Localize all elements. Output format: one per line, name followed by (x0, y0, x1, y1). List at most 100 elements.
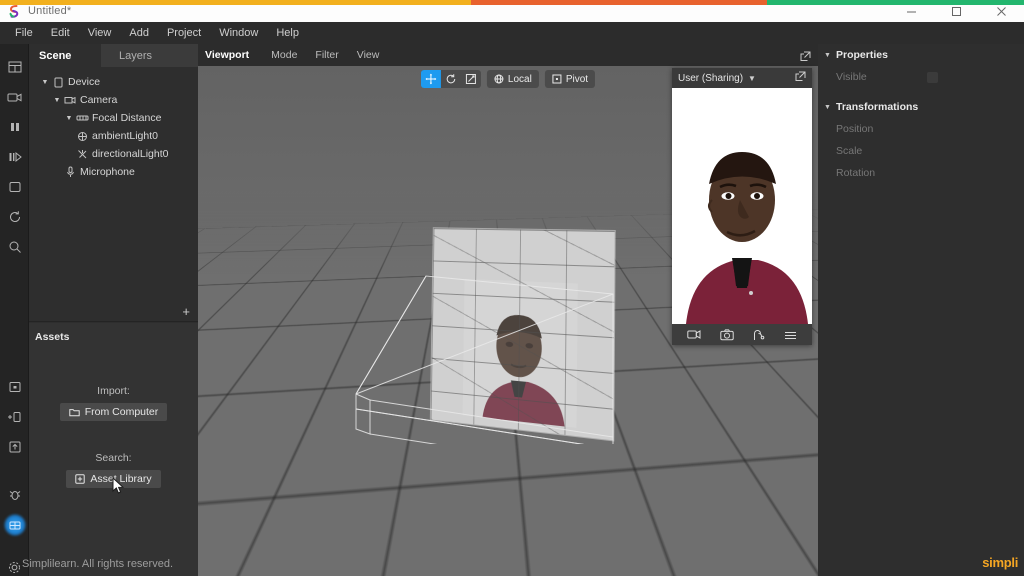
from-computer-button[interactable]: From Computer (60, 403, 168, 421)
share-icon[interactable] (752, 329, 765, 341)
tree-item-microphone[interactable]: Microphone (33, 163, 198, 181)
tree-item-device[interactable]: ▼ Device (33, 73, 198, 91)
tree-item-label: directionalLight0 (92, 148, 168, 160)
twisty-icon[interactable]: ▼ (39, 79, 51, 86)
brand-watermark: simpli (982, 555, 1018, 570)
chevron-down-icon[interactable]: ▼ (824, 52, 836, 59)
rotation-label: Rotation (836, 167, 875, 179)
move-icon[interactable] (421, 70, 441, 88)
viewport-menu-viewport[interactable]: Viewport (205, 49, 262, 61)
twisty-icon[interactable]: ▼ (63, 115, 75, 122)
visible-checkbox[interactable] (927, 72, 938, 83)
refresh-icon[interactable] (0, 202, 29, 232)
pause-icon[interactable] (0, 112, 29, 142)
plane-wireframe (431, 228, 615, 440)
copyright-watermark: Simplilearn. All rights reserved. (22, 558, 173, 570)
transformations-section-header[interactable]: ▼ Transformations (818, 96, 1024, 118)
rotate-icon[interactable] (441, 70, 461, 88)
tree-item-directional-light[interactable]: directionalLight0 (33, 145, 198, 163)
focal-distance-icon (75, 114, 89, 122)
add-object-icon[interactable] (0, 372, 29, 402)
preview-footer (672, 324, 812, 345)
microphone-icon (63, 166, 77, 178)
coordinate-space-button[interactable]: Local (487, 70, 539, 88)
tab-scene[interactable]: Scene (29, 44, 101, 67)
property-row-scale[interactable]: Scale (818, 140, 1024, 162)
record-video-icon[interactable] (687, 329, 701, 340)
menu-item-edit[interactable]: Edit (42, 25, 79, 41)
tab-layers[interactable]: Layers (101, 44, 198, 67)
menu-item-project[interactable]: Project (158, 25, 210, 41)
take-photo-icon[interactable] (720, 329, 734, 341)
pivot-button[interactable]: Pivot (545, 70, 595, 88)
tree-item-focal-distance[interactable]: ▼ Focal Distance (33, 109, 198, 127)
tree-item-label: Microphone (80, 166, 135, 178)
search-icon[interactable] (0, 232, 29, 262)
chevron-down-icon[interactable]: ▼ (824, 104, 836, 111)
menu-item-help[interactable]: Help (267, 25, 308, 41)
mouse-cursor (112, 477, 124, 495)
stripe-yellow (0, 0, 471, 5)
properties-section-header[interactable]: ▼ Properties (818, 44, 1024, 66)
scale-label: Scale (836, 145, 862, 157)
tree-item-ambient-light[interactable]: ambientLight0 (33, 127, 198, 145)
pop-out-icon[interactable] (800, 49, 811, 67)
scale-icon[interactable] (461, 70, 481, 88)
library-icon (75, 474, 85, 484)
add-scene-object-button[interactable]: + (29, 302, 198, 322)
menu-item-window[interactable]: Window (210, 25, 267, 41)
viewport-menu-filter[interactable]: Filter (306, 49, 347, 61)
twisty-icon[interactable]: ▼ (51, 97, 63, 104)
video-camera-icon[interactable] (0, 82, 29, 112)
chevron-down-icon[interactable]: ▼ (748, 74, 756, 83)
viewport-menu-view[interactable]: View (348, 49, 389, 61)
position-label: Position (836, 123, 873, 135)
menu-item-view[interactable]: View (79, 25, 121, 41)
transform-tool-group (421, 70, 481, 88)
projection-plane[interactable] (431, 228, 615, 440)
scene-tree: ▼ Device ▼ Camera ▼ Focal Distance (29, 67, 198, 181)
tree-item-camera[interactable]: ▼ Camera (33, 91, 198, 109)
capture-icon[interactable] (0, 510, 29, 540)
preview-video-feed (672, 88, 812, 324)
pop-out-icon[interactable] (795, 69, 806, 87)
menu-item-add[interactable]: Add (120, 25, 158, 41)
scene-tabs: Scene Layers (29, 44, 198, 67)
viewport-menu-mode[interactable]: Mode (262, 49, 306, 61)
square-icon[interactable] (0, 172, 29, 202)
viewport-status-bar: Camera: Front | View: User (Sharing) Gri… (198, 552, 818, 576)
menu-item-file[interactable]: File (6, 25, 42, 41)
property-row-visible[interactable]: Visible (818, 66, 1024, 88)
viewport-transform-toolbar: Local Pivot (421, 70, 595, 88)
property-row-position[interactable]: Position (818, 118, 1024, 140)
brand-color-stripe (0, 0, 1024, 5)
preview-header: User (Sharing) ▼ (672, 68, 812, 88)
coordinate-space-label: Local (508, 74, 532, 85)
properties-section-title: Properties (836, 49, 888, 61)
tree-item-label: Focal Distance (92, 112, 161, 124)
menu-icon[interactable] (784, 330, 797, 340)
upload-icon[interactable] (0, 432, 29, 462)
from-computer-label: From Computer (85, 406, 159, 418)
step-forward-icon[interactable] (0, 142, 29, 172)
transformations-section-title: Transformations (836, 101, 918, 113)
status-camera-view: Camera: Front | View: User (Sharing) (426, 558, 599, 570)
device-icon (51, 77, 65, 88)
preview-title: User (Sharing) (678, 73, 743, 84)
brand-logo-text: simpli (982, 555, 1018, 570)
status-grid-spacing: Grid spacing: 100cm (673, 558, 769, 570)
layout-icon[interactable] (0, 52, 29, 82)
folder-icon (69, 408, 80, 417)
window-title: Untitled* (28, 5, 71, 17)
user-sharing-preview[interactable]: User (Sharing) ▼ (672, 68, 812, 345)
bug-icon[interactable] (0, 480, 29, 510)
pivot-icon (552, 74, 562, 84)
property-row-rotation[interactable]: Rotation (818, 162, 1024, 184)
ambient-light-icon (75, 131, 89, 142)
directional-light-icon (75, 149, 89, 160)
globe-icon (494, 74, 504, 84)
insert-icon[interactable] (0, 402, 29, 432)
visible-label: Visible (836, 71, 867, 83)
tree-item-label: ambientLight0 (92, 130, 158, 142)
scene-panel: Scene Layers ▼ Device ▼ Camera ▼ (29, 44, 198, 576)
